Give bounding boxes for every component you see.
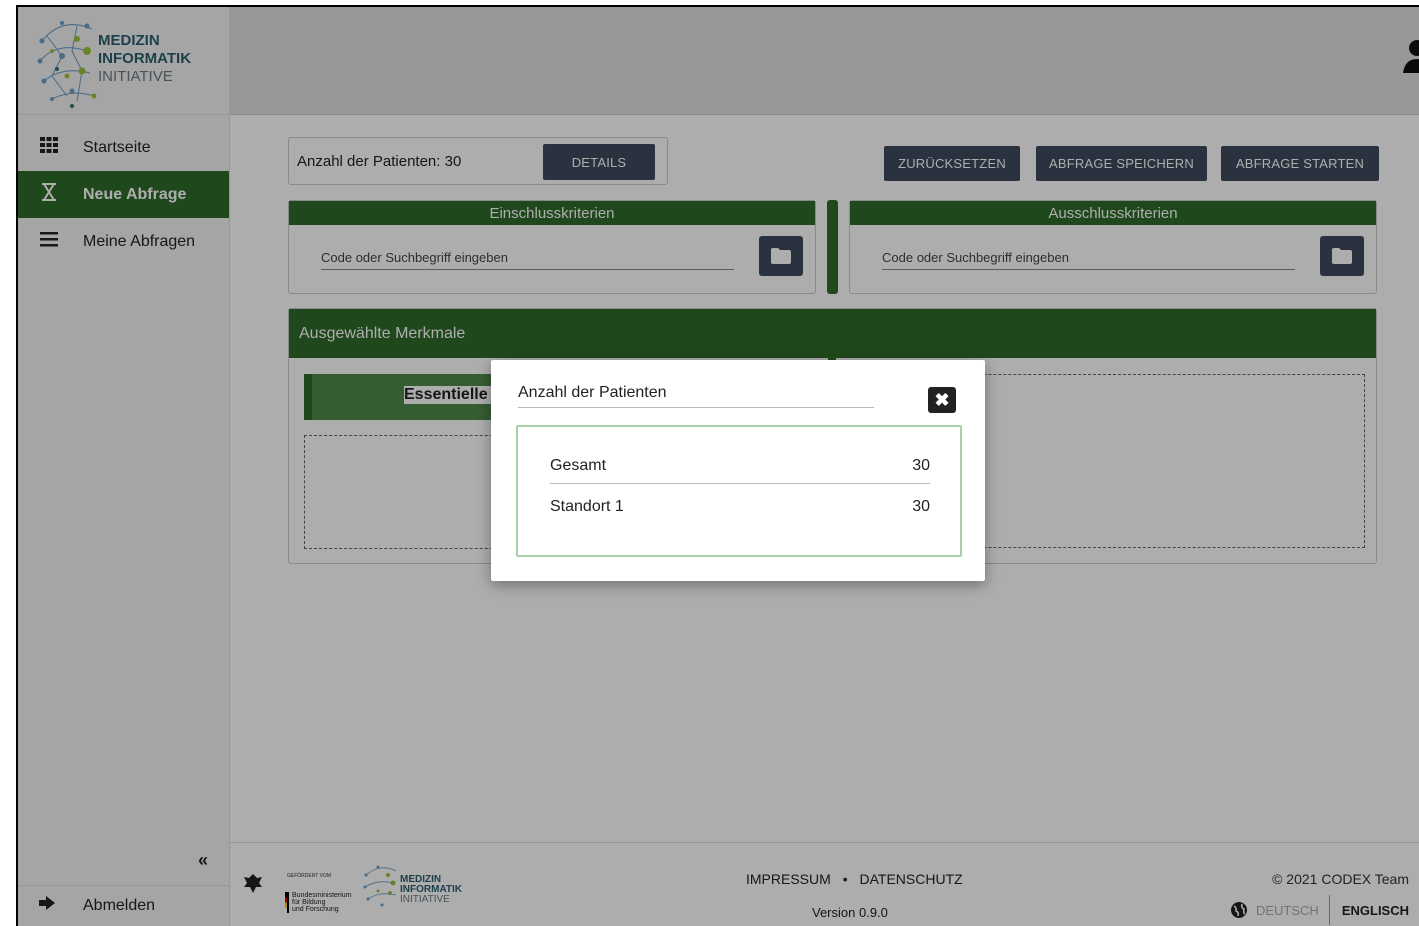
stat-value: 30 (912, 498, 930, 515)
stat-row-gesamt: Gesamt 30 (550, 457, 930, 484)
patient-count-dialog: Anzahl der Patienten ✖ Gesamt 30 Standor… (491, 360, 985, 581)
stat-label: Standort 1 (550, 498, 624, 515)
dialog-title: Anzahl der Patienten (518, 384, 874, 408)
close-icon: ✖ (934, 390, 950, 410)
close-button[interactable]: ✖ (928, 387, 956, 413)
stat-label: Gesamt (550, 457, 607, 474)
app-frame: MEDIZIN INFORMATIK INITIATIVE Startseite… (16, 5, 1419, 926)
stat-value: 30 (912, 457, 930, 474)
stat-row-standort: Standort 1 30 (550, 498, 930, 522)
patient-stats-box: Gesamt 30 Standort 1 30 (516, 425, 962, 557)
modal-overlay[interactable]: Anzahl der Patienten ✖ Gesamt 30 Standor… (18, 7, 1419, 926)
